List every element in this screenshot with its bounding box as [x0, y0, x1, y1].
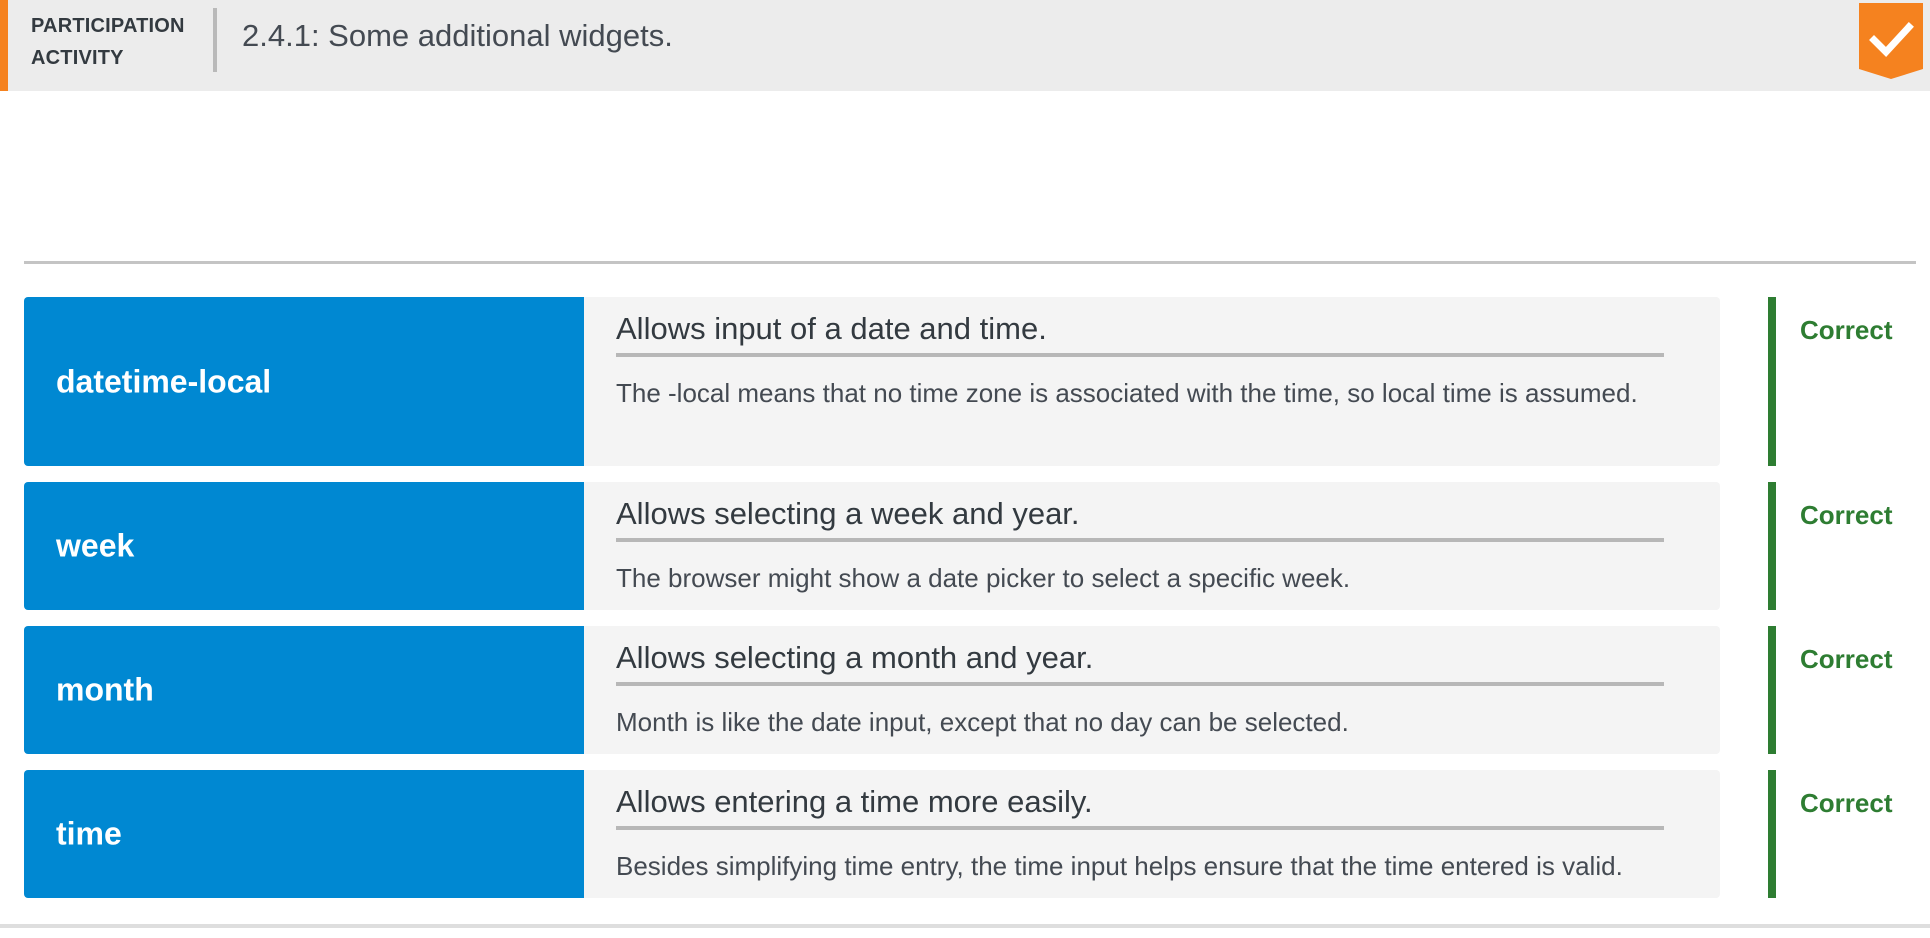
correct-indicator-bar — [1768, 770, 1776, 898]
correct-indicator-bar — [1768, 482, 1776, 610]
status-correct: Correct — [1800, 500, 1893, 530]
definition-box: Allows selecting a month and year. Month… — [584, 626, 1720, 754]
definition-underline — [616, 538, 1664, 542]
header-accent-bar — [0, 0, 8, 91]
term-tile[interactable]: datetime-local — [24, 297, 584, 466]
header-divider — [213, 8, 217, 72]
explanation-text: Besides simplifying time entry, the time… — [616, 851, 1623, 881]
match-row-datetime-local: datetime-local Allows input of a date an… — [24, 297, 1920, 466]
definition-box: Allows input of a date and time. The -lo… — [584, 297, 1720, 466]
activity-title: 2.4.1: Some additional widgets. — [242, 18, 673, 53]
term-tile[interactable]: month — [24, 626, 584, 754]
term-tile[interactable]: week — [24, 482, 584, 610]
status-correct: Correct — [1800, 315, 1893, 345]
match-row-time: time Allows entering a time more easily.… — [24, 770, 1920, 898]
term-label: month — [56, 671, 154, 708]
section-divider — [24, 261, 1916, 264]
activity-type-label: PARTICIPATION ACTIVITY — [31, 15, 185, 69]
correct-indicator-bar — [1768, 297, 1776, 466]
definition-text: Allows input of a date and time. — [616, 311, 1047, 346]
definition-text: Allows entering a time more easily. — [616, 784, 1093, 819]
explanation-text: Month is like the date input, except tha… — [616, 707, 1349, 737]
match-row-week: week Allows selecting a week and year. T… — [24, 482, 1920, 610]
status-correct: Correct — [1800, 788, 1893, 818]
term-label: week — [56, 527, 135, 564]
term-tile[interactable]: time — [24, 770, 584, 898]
definition-underline — [616, 353, 1664, 357]
activity-bottom-border — [0, 924, 1930, 928]
term-label: time — [56, 815, 122, 852]
definition-box: Allows selecting a week and year. The br… — [584, 482, 1720, 610]
activity-header: PARTICIPATION ACTIVITY 2.4.1: Some addit… — [0, 0, 1930, 91]
definition-underline — [616, 682, 1664, 686]
match-row-month: month Allows selecting a month and year.… — [24, 626, 1920, 754]
definition-text: Allows selecting a month and year. — [616, 640, 1094, 675]
correct-indicator-bar — [1768, 626, 1776, 754]
explanation-text: The browser might show a date picker to … — [616, 563, 1351, 593]
status-correct: Correct — [1800, 644, 1893, 674]
definition-underline — [616, 826, 1664, 830]
explanation-text: The -local means that no time zone is as… — [616, 378, 1638, 408]
checkmark-icon — [1859, 3, 1923, 79]
term-label: datetime-local — [56, 363, 272, 399]
definition-box: Allows entering a time more easily. Besi… — [584, 770, 1720, 898]
definition-text: Allows selecting a week and year. — [616, 496, 1080, 531]
